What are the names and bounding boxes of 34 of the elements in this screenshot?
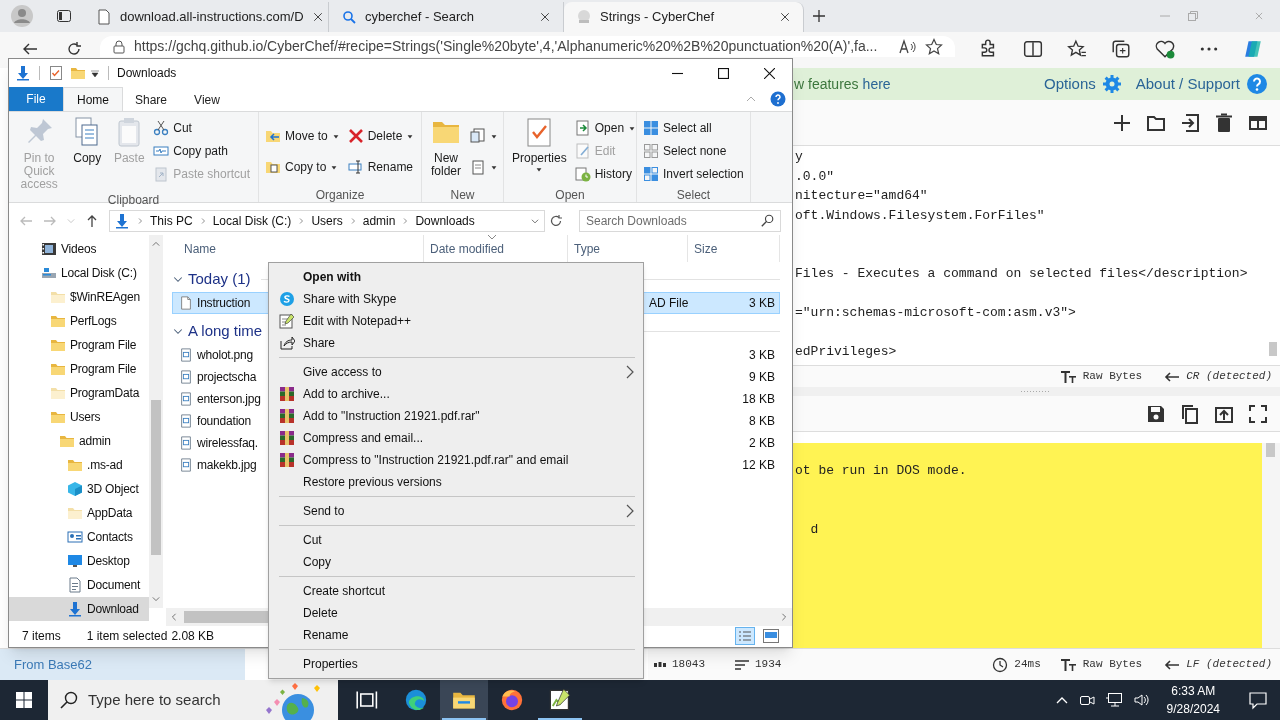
tab-title: Strings - CyberChef (600, 8, 716, 27)
file-size: 8 KB (749, 414, 775, 429)
group-label: New (449, 187, 476, 204)
file-name: wholot.png (197, 347, 254, 365)
file-size: 2 KB (749, 436, 775, 451)
item-count: 7 items (22, 628, 61, 646)
file-name: makekb.jpg (197, 457, 257, 475)
file-name: foundation (197, 413, 252, 431)
group-label: Open (554, 187, 586, 204)
url-text: https://gchq.github.io/CyberChef/#recipe=Strings('Single%20byte',4,'Alphanumeric%20%2B%20punctuation%20(A)',fa... (134, 38, 879, 55)
group-label: Select (675, 187, 712, 204)
file-size: 18 KB (742, 392, 775, 407)
selection-size: 2.08 KB (171, 628, 215, 646)
tab-title: download.all-instructions.com/D (120, 8, 304, 27)
file-size: 9 KB (749, 370, 775, 385)
selection-count: 1 item selected (86, 628, 168, 646)
group-label: Organize (314, 187, 366, 204)
file-name: Instruction (197, 295, 251, 313)
window-title: Downloads (117, 65, 178, 82)
file-type: AD File (649, 296, 689, 311)
length-count: 18043 (672, 657, 705, 673)
file-size: 3 KB (749, 296, 775, 311)
file-name: projectscha (197, 369, 257, 387)
file-name: wirelessfaq. (197, 435, 258, 453)
group-label: Clipboard (106, 192, 161, 209)
banner-text: w features (794, 74, 859, 94)
elapsed-time: 24ms (1014, 657, 1041, 673)
search-placeholder: Search Downloads (586, 212, 688, 230)
file-size: 3 KB (749, 348, 775, 363)
file-name: enterson.jpg (197, 391, 261, 409)
line-count: 1934 (755, 657, 782, 673)
file-size: 12 KB (742, 458, 775, 473)
tab-title: cyberchef - Search (365, 8, 476, 27)
search-placeholder: Type here to search (88, 689, 222, 710)
